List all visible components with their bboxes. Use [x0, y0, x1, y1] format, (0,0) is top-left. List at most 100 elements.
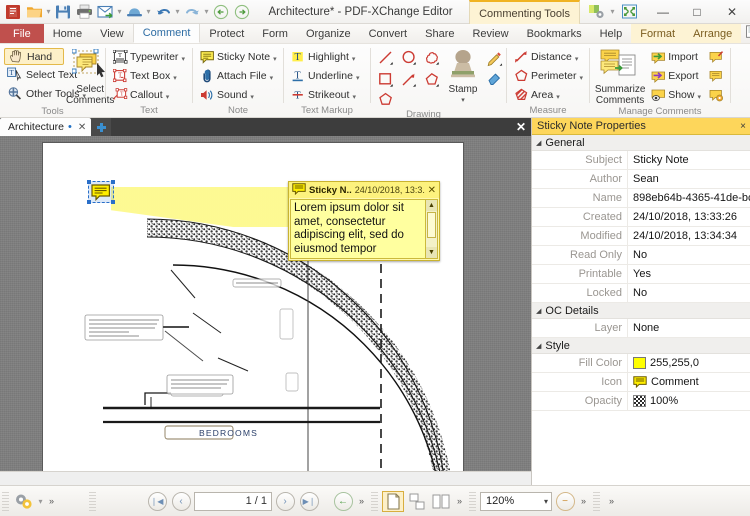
undo-icon[interactable]	[153, 2, 173, 22]
property-value-container[interactable]: 255,255,0	[627, 353, 750, 373]
properties-panel-close-icon[interactable]: ×	[740, 121, 746, 132]
redo-icon[interactable]	[182, 2, 202, 22]
show-comments-dropdown-icon[interactable]: ▾	[697, 93, 701, 104]
tab-share[interactable]: Share	[416, 24, 463, 43]
continuous-page-button[interactable]	[406, 491, 428, 512]
next-page-button[interactable]: ›	[274, 490, 296, 512]
zoom-out-button[interactable]: −	[554, 490, 576, 512]
minimize-button[interactable]: —	[646, 0, 680, 24]
popup-text[interactable]: Lorem ipsum dolor sit amet, consectetur …	[291, 200, 425, 258]
sound-button[interactable]: Sound ▾	[197, 86, 280, 104]
statusbar-overflow-icon[interactable]: »	[606, 496, 617, 506]
section-general[interactable]: ◢ General	[532, 135, 750, 151]
strikeout-button[interactable]: T Strikeout ▾	[288, 86, 362, 104]
customize-icon[interactable]	[585, 2, 607, 22]
highlight-dropdown-icon[interactable]: ▾	[352, 55, 356, 66]
perimeter-dropdown-icon[interactable]: ▾	[580, 74, 584, 85]
tab-comment[interactable]: Comment	[132, 24, 201, 43]
back-icon[interactable]	[211, 2, 231, 22]
close-document-button[interactable]: ✕	[511, 118, 531, 136]
forward-icon[interactable]	[232, 2, 252, 22]
underline-dropdown-icon[interactable]: ▾	[356, 74, 360, 85]
section-oc-details[interactable]: ◢ OC Details	[532, 303, 750, 319]
popup-scrollbar[interactable]: ▲ ▼	[425, 200, 437, 258]
toolbar-drag-handle[interactable]	[593, 491, 600, 511]
tab-bookmarks[interactable]: Bookmarks	[518, 24, 591, 43]
tab-review[interactable]: Review	[463, 24, 517, 43]
popup-close-icon[interactable]: ✕	[428, 185, 436, 196]
import-comments-button[interactable]: Import	[648, 48, 704, 66]
text-box-dropdown-icon[interactable]: ▾	[173, 74, 177, 85]
property-value[interactable]: Sticky Note	[627, 150, 750, 170]
property-value[interactable]: Yes	[627, 264, 750, 284]
property-row-printable[interactable]: Printable Yes	[532, 264, 750, 284]
fill-color-swatch[interactable]	[633, 357, 646, 369]
property-row-modified[interactable]: Modified 24/10/2018, 13:34:34	[532, 226, 750, 246]
property-value[interactable]: None	[627, 318, 750, 338]
new-tab-button[interactable]	[91, 118, 112, 136]
cloud-tool-button[interactable]	[421, 48, 443, 69]
sound-dropdown-icon[interactable]: ▾	[250, 93, 254, 104]
gear-icon[interactable]	[13, 490, 35, 512]
document-viewport[interactable]: BEDROOMS LIVING ROOM	[0, 136, 531, 485]
summarize-comments-button[interactable]: Summarize Comments	[594, 48, 646, 106]
zoom-dropdown-icon[interactable]: ▾	[544, 497, 548, 506]
callout-dropdown-icon[interactable]: ▾	[166, 93, 170, 104]
stamp-dropdown-icon[interactable]: ▾	[461, 96, 465, 104]
property-value[interactable]: No	[627, 283, 750, 303]
redo-dropdown-arrow-icon[interactable]: ▾	[203, 0, 210, 24]
comments-list-button[interactable]	[706, 67, 726, 85]
toolbar-drag-handle[interactable]	[371, 491, 378, 511]
flatten-comments-button[interactable]	[706, 48, 726, 66]
callout-button[interactable]: T Callout ▾	[110, 86, 188, 104]
open-icon[interactable]	[24, 2, 44, 22]
tab-form[interactable]: Form	[253, 24, 297, 43]
property-row-read-only[interactable]: Read Only No	[532, 245, 750, 265]
customize-dropdown-arrow-icon[interactable]: ▾	[609, 0, 616, 24]
area-dropdown-icon[interactable]: ▾	[556, 93, 560, 104]
open-dropdown-arrow-icon[interactable]: ▾	[45, 0, 52, 24]
toolbar-drag-handle[interactable]	[2, 491, 9, 511]
first-page-button[interactable]: ❘◀	[146, 490, 168, 512]
polygon-tool-button[interactable]	[421, 70, 443, 91]
tab-convert[interactable]: Convert	[360, 24, 417, 43]
property-value[interactable]: 24/10/2018, 13:33:26	[627, 207, 750, 227]
property-row-layer[interactable]: Layer None	[532, 318, 750, 338]
highlight-button[interactable]: T Highlight ▾	[288, 48, 362, 66]
sticky-note-dropdown-icon[interactable]: ▾	[273, 55, 277, 66]
show-comments-button[interactable]: Show ▾	[648, 86, 704, 104]
strikeout-dropdown-icon[interactable]: ▾	[352, 93, 356, 104]
popup-scroll-thumb[interactable]	[427, 212, 436, 238]
rectangle-tool-button[interactable]	[375, 70, 397, 91]
property-row-locked[interactable]: Locked No	[532, 283, 750, 303]
property-value[interactable]: 898eb64b-4365-41de-bc6f771e4..	[627, 188, 750, 208]
undo-dropdown-arrow-icon[interactable]: ▾	[174, 0, 181, 24]
stamp-button[interactable]: Stamp ▾	[445, 48, 481, 104]
select-text-button[interactable]: T Select Text	[4, 66, 77, 84]
pencil-tool-button[interactable]	[483, 50, 505, 68]
two-page-button[interactable]	[430, 491, 452, 512]
property-row-opacity[interactable]: Opacity 100%	[532, 391, 750, 411]
property-row-icon[interactable]: Icon Comment	[532, 372, 750, 392]
ellipse-tool-button[interactable]	[398, 48, 420, 69]
pdf-page[interactable]: BEDROOMS LIVING ROOM	[43, 143, 463, 485]
comment-settings-button[interactable]	[706, 86, 726, 104]
zoom-level-combobox[interactable]: 120% ▾	[480, 491, 552, 511]
attach-file-button[interactable]: Attach File ▾	[197, 67, 280, 85]
perimeter-button[interactable]: Perimeter ▾	[511, 67, 586, 85]
popup-scroll-up-icon[interactable]: ▲	[426, 200, 437, 211]
sticky-note-annotation-icon[interactable]	[87, 180, 115, 204]
previous-page-button[interactable]: ‹	[170, 490, 192, 512]
last-page-button[interactable]: ▶❘	[298, 490, 320, 512]
distance-dropdown-icon[interactable]: ▾	[575, 55, 579, 66]
maximize-button[interactable]: □	[680, 0, 714, 24]
document-tab-close-icon[interactable]: ✕	[76, 122, 86, 133]
popup-scroll-down-icon[interactable]: ▼	[426, 247, 437, 258]
eraser-tool-button[interactable]	[483, 69, 505, 87]
property-value[interactable]: 24/10/2018, 13:34:34	[627, 226, 750, 246]
contextual-tab-commenting-tools[interactable]: Commenting Tools	[469, 0, 580, 24]
other-tools-button[interactable]: Other Tools ▾	[4, 85, 86, 103]
section-style[interactable]: ◢ Style	[532, 338, 750, 354]
close-button[interactable]: ✕	[714, 0, 750, 24]
toolbar-drag-handle[interactable]	[469, 491, 476, 511]
